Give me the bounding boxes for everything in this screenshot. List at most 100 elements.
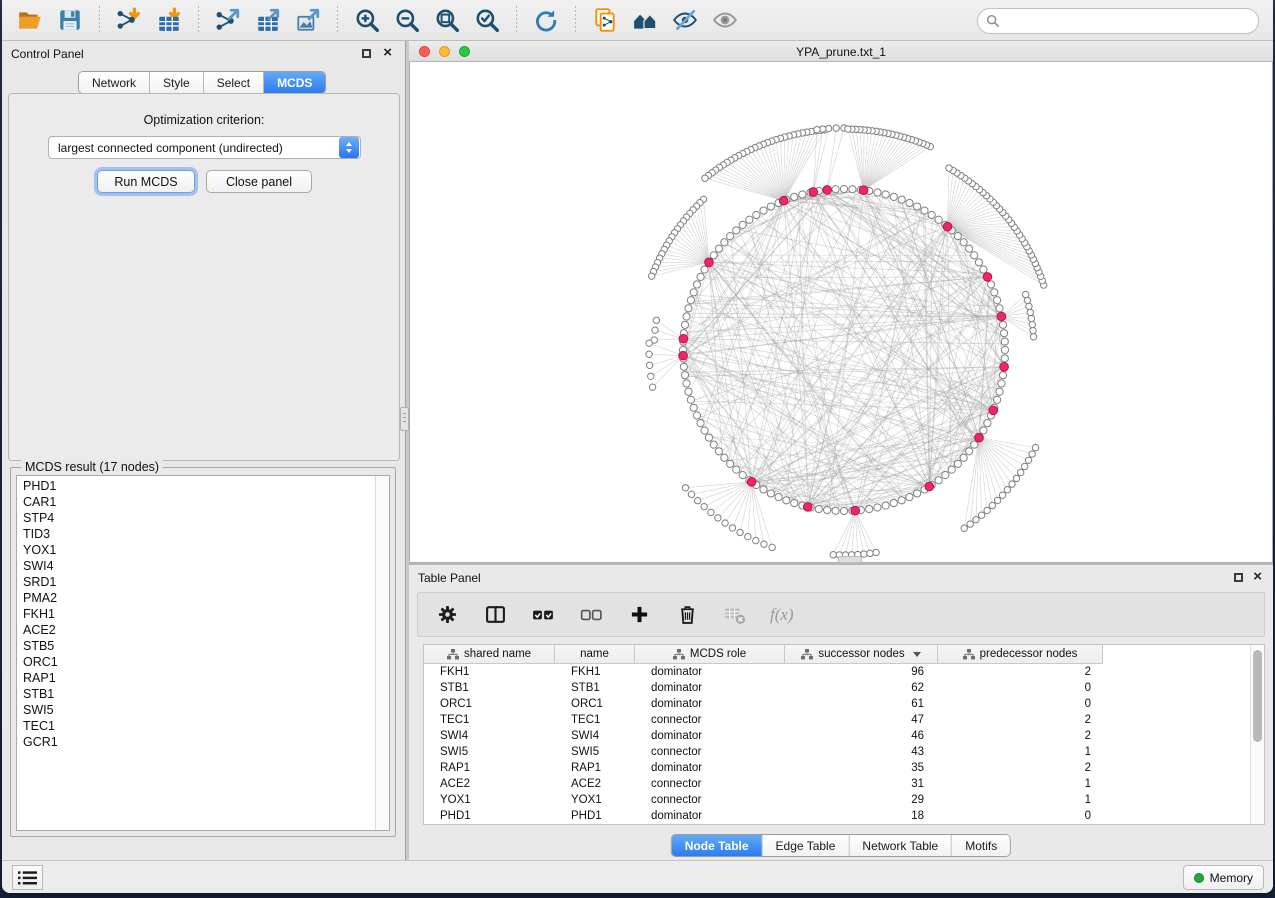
tab-node-table[interactable]: Node Table	[672, 835, 763, 856]
network-node[interactable]	[791, 500, 798, 507]
network-node[interactable]	[989, 502, 995, 508]
mcds-node[interactable]	[679, 351, 688, 360]
network-node[interactable]	[898, 196, 905, 203]
network-node[interactable]	[727, 460, 734, 467]
mcds-node[interactable]	[859, 186, 868, 195]
network-node[interactable]	[783, 497, 790, 504]
network-node[interactable]	[1001, 346, 1008, 353]
network-node[interactable]	[996, 388, 1003, 395]
network-node[interactable]	[913, 203, 920, 210]
network-node[interactable]	[727, 233, 734, 240]
network-node[interactable]	[701, 427, 708, 434]
mcds-result-item[interactable]: FKH1	[17, 606, 389, 622]
result-list-scrollbar[interactable]	[375, 476, 389, 830]
mcds-result-item[interactable]: YOX1	[17, 542, 389, 558]
network-node[interactable]	[833, 125, 839, 131]
network-node[interactable]	[978, 512, 984, 518]
network-node[interactable]	[708, 509, 714, 515]
network-node[interactable]	[815, 505, 822, 512]
network-node[interactable]	[840, 507, 847, 514]
network-node[interactable]	[984, 507, 990, 513]
network-node[interactable]	[682, 485, 688, 491]
network-node[interactable]	[994, 396, 1001, 403]
network-node[interactable]	[767, 490, 774, 497]
network-node[interactable]	[688, 491, 694, 497]
mcds-node[interactable]	[997, 312, 1006, 321]
network-node[interactable]	[890, 500, 897, 507]
network-node[interactable]	[733, 466, 740, 473]
mcds-result-item[interactable]: SWI5	[17, 702, 389, 718]
network-node[interactable]	[1024, 297, 1030, 303]
float-window-icon[interactable]	[362, 49, 371, 58]
show-columns-icon[interactable]	[482, 602, 508, 628]
network-node[interactable]	[1025, 457, 1031, 463]
network-node[interactable]	[890, 193, 897, 200]
open-file-button[interactable]	[10, 3, 50, 37]
network-node[interactable]	[769, 544, 775, 550]
mcds-node[interactable]	[809, 188, 818, 197]
network-node[interactable]	[746, 216, 753, 223]
add-row-icon[interactable]	[626, 602, 652, 628]
refresh-layout-button[interactable]	[526, 3, 566, 37]
mcds-node[interactable]	[679, 334, 688, 343]
save-session-button[interactable]	[50, 3, 90, 37]
network-node[interactable]	[648, 273, 654, 279]
network-node[interactable]	[971, 441, 978, 448]
column-header-MCDS-role[interactable]: MCDS role	[635, 645, 785, 664]
network-node[interactable]	[1029, 451, 1035, 457]
mcds-node[interactable]	[1000, 363, 1009, 372]
network-node[interactable]	[760, 486, 767, 493]
network-node[interactable]	[775, 493, 782, 500]
network-node[interactable]	[646, 362, 652, 368]
network-node[interactable]	[646, 340, 652, 346]
column-header-successor-nodes[interactable]: successor nodes	[785, 645, 938, 664]
network-node[interactable]	[685, 305, 692, 312]
table-row[interactable]: ORC1ORC1dominator610	[424, 696, 1250, 712]
network-node[interactable]	[693, 281, 700, 288]
network-node[interactable]	[987, 281, 994, 288]
criterion-dropdown[interactable]: largest connected component (undirected)	[48, 136, 361, 159]
network-node[interactable]	[710, 252, 717, 259]
network-node[interactable]	[984, 419, 991, 426]
tab-network-table[interactable]: Network Table	[849, 835, 952, 856]
network-node[interactable]	[954, 460, 961, 467]
table-row[interactable]: FKH1FKH1dominator962	[424, 664, 1250, 680]
mcds-result-item[interactable]: ORC1	[17, 654, 389, 670]
table-row[interactable]: SWI4SWI4dominator462	[424, 728, 1250, 744]
mcds-result-item[interactable]: STB1	[17, 686, 389, 702]
network-node[interactable]	[753, 537, 759, 543]
network-node[interactable]	[824, 507, 831, 514]
network-node[interactable]	[680, 363, 687, 370]
close-panel-button[interactable]: Close panel	[206, 170, 312, 193]
network-node[interactable]	[999, 372, 1006, 379]
mcds-result-item[interactable]: CAR1	[17, 494, 389, 510]
network-node[interactable]	[874, 504, 881, 511]
network-node[interactable]	[1001, 355, 1008, 362]
mcds-result-item[interactable]: SRD1	[17, 574, 389, 590]
table-scrollbar[interactable]	[1250, 645, 1264, 824]
network-canvas[interactable]	[409, 62, 1273, 563]
column-header-shared-name[interactable]: shared name	[424, 645, 555, 664]
network-node[interactable]	[690, 289, 697, 296]
network-node[interactable]	[739, 472, 746, 479]
mcds-result-item[interactable]: STB5	[17, 638, 389, 654]
tab-style[interactable]: Style	[150, 72, 204, 93]
mcds-result-item[interactable]: GCR1	[17, 734, 389, 750]
network-node[interactable]	[693, 412, 700, 419]
network-node[interactable]	[760, 207, 767, 214]
network-node[interactable]	[681, 321, 688, 328]
mcds-result-item[interactable]: TID3	[17, 526, 389, 542]
network-node[interactable]	[683, 380, 690, 387]
table-row[interactable]: SWI5SWI5connector431	[424, 744, 1250, 760]
network-node[interactable]	[954, 233, 961, 240]
network-node[interactable]	[882, 502, 889, 509]
network-node[interactable]	[733, 227, 740, 234]
network-node[interactable]	[753, 211, 760, 218]
network-node[interactable]	[1009, 481, 1015, 487]
vertical-splitter-grip[interactable]	[400, 407, 409, 431]
network-node[interactable]	[832, 186, 839, 193]
mcds-node[interactable]	[705, 258, 714, 267]
network-node[interactable]	[685, 388, 692, 395]
network-node[interactable]	[973, 517, 979, 523]
deselect-all-icon[interactable]	[578, 602, 604, 628]
